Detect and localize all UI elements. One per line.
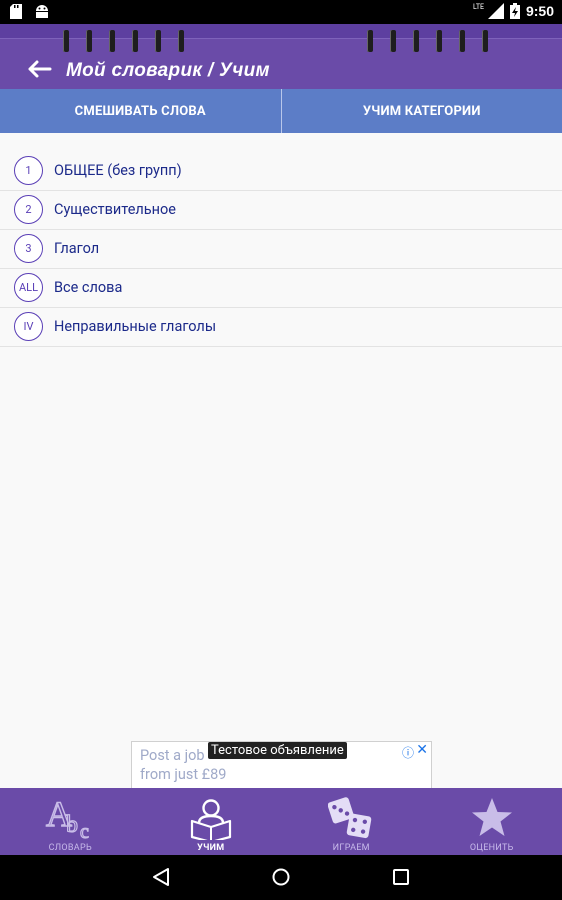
category-badge: IV [14, 312, 43, 341]
category-label: Все слова [54, 279, 123, 296]
star-icon [471, 798, 512, 836]
nav-play[interactable]: ИГРАЕМ [281, 788, 422, 855]
category-list: 1 ОБЩЕЕ (без групп) 2 Существительное 3 … [0, 152, 562, 347]
tab-mix-words[interactable]: СМЕШИВАТЬ СЛОВА [0, 89, 281, 133]
tab-learn-categories[interactable]: УЧИМ КАТЕГОРИИ [280, 89, 562, 133]
spiral-ring [367, 30, 373, 52]
ad-info-icon[interactable]: ⓘ [402, 744, 414, 761]
notebook-stripe [0, 24, 562, 39]
category-badge: 3 [14, 234, 43, 263]
category-badge: 2 [14, 195, 43, 224]
category-label: ОБЩЕЕ (без групп) [54, 162, 182, 179]
svg-text:b: b [66, 812, 78, 838]
spiral-ring [413, 30, 419, 52]
list-item[interactable]: 1 ОБЩЕЕ (без групп) [0, 152, 562, 191]
spiral-ring [155, 30, 161, 52]
category-label: Глагол [54, 240, 100, 257]
spiral-ring [390, 30, 396, 52]
nav-label: УЧИМ [197, 843, 225, 853]
spiral-ring [482, 30, 488, 52]
page-title: Мой словарик / Учим [66, 60, 270, 81]
nav-label: ИГРАЕМ [332, 843, 370, 853]
battery-charging-icon [509, 3, 520, 19]
nav-learn[interactable]: УЧИМ [141, 788, 282, 855]
home-icon[interactable] [271, 867, 291, 887]
bottom-navigation: A b c СЛОВАРЬ УЧИМ ИГРАЕМ ОЦЕНИТЬ [0, 788, 562, 855]
sd-card-icon [10, 4, 22, 19]
ad-banner[interactable]: Post a job from just £89 Тестовое объявл… [131, 741, 432, 789]
spiral-ring [109, 30, 115, 52]
spiral-ring [436, 30, 442, 52]
list-item[interactable]: ALL Все слова [0, 269, 562, 308]
back-icon[interactable] [151, 867, 171, 887]
list-item[interactable]: IV Неправильные глаголы [0, 308, 562, 347]
back-arrow-icon[interactable] [26, 59, 52, 79]
list-item[interactable]: 3 Глагол [0, 230, 562, 269]
ad-test-label: Тестовое объявление [208, 742, 347, 759]
nav-label: СЛОВАРЬ [48, 843, 92, 853]
nav-label: ОЦЕНИТЬ [469, 843, 514, 853]
category-badge: 1 [14, 156, 43, 185]
clock: 9:50 [525, 3, 554, 19]
nav-rate[interactable]: ОЦЕНИТЬ [422, 788, 562, 855]
app-header: Мой словарик / Учим [0, 24, 562, 89]
android-icon [36, 5, 48, 18]
svg-text:c: c [80, 821, 89, 840]
spiral-ring [459, 30, 465, 52]
spiral-ring [63, 30, 69, 52]
dice-icon [328, 797, 372, 839]
abc-icon: A b c [46, 796, 90, 840]
recents-icon[interactable] [391, 867, 411, 887]
reader-icon [190, 799, 231, 840]
category-label: Существительное [54, 201, 176, 218]
nav-dictionary[interactable]: A b c СЛОВАРЬ [0, 788, 141, 855]
spiral-ring [86, 30, 92, 52]
status-bar: LTE 9:50 [0, 0, 562, 24]
signal-icon [487, 3, 504, 19]
spiral-ring [132, 30, 138, 52]
network-type: LTE [473, 3, 484, 11]
list-item[interactable]: 2 Существительное [0, 191, 562, 230]
ad-line-2: from just £89 [140, 766, 227, 783]
spiral-ring [178, 30, 184, 52]
ad-close-icon[interactable]: ✕ [416, 742, 428, 758]
category-badge: ALL [14, 273, 43, 302]
system-nav-bar [0, 855, 562, 900]
tab-bar: СМЕШИВАТЬ СЛОВА УЧИМ КАТЕГОРИИ [0, 89, 562, 133]
category-label: Неправильные глаголы [54, 318, 217, 335]
